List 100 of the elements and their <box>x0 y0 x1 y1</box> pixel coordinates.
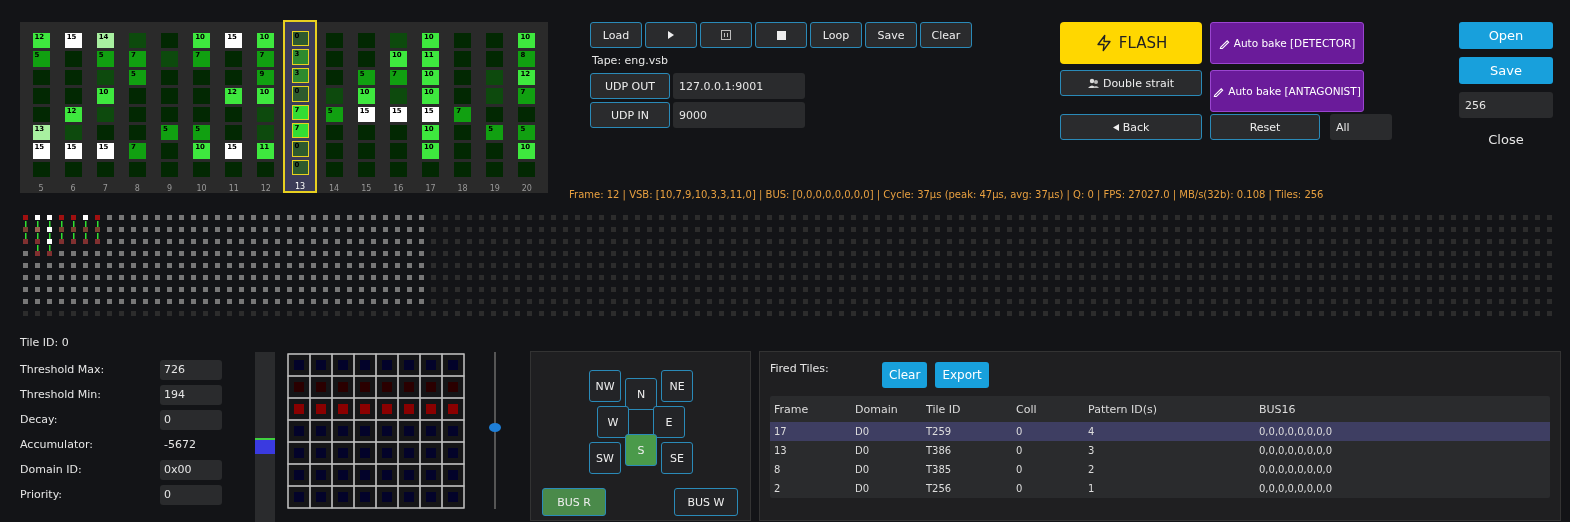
column-header: BUS16 <box>1259 402 1297 416</box>
table-cell-text: 2 <box>1088 464 1096 475</box>
table-cell-text: T385 <box>926 464 953 475</box>
field-label: Threshold Min: <box>20 388 102 401</box>
column-label: 17 <box>425 184 436 193</box>
table-cell-text: T256 <box>926 483 953 494</box>
double-strait-button[interactable]: Double strait <box>1060 70 1202 96</box>
value-field[interactable]: 0x00 <box>160 459 222 480</box>
pause-icon <box>721 30 731 40</box>
table-cell-text: 0,0,0,0,0,0,0,0 <box>1259 445 1334 456</box>
direction-button[interactable]: SW <box>589 442 621 474</box>
back-button[interactable]: Back <box>1060 114 1202 140</box>
table-cell-text: D0 <box>855 426 871 437</box>
direction-button[interactable]: W <box>597 406 629 438</box>
stop-button[interactable] <box>755 22 807 48</box>
close-button[interactable]: Close <box>1459 132 1553 147</box>
bus-button[interactable]: BUS R <box>542 488 606 516</box>
auto-bake-button[interactable]: Auto bake [ANTAGONIST] <box>1210 70 1364 112</box>
column-header: Tile ID <box>926 402 962 416</box>
slider-thumb[interactable] <box>489 423 501 433</box>
table-cell-text: 3 <box>1088 445 1096 456</box>
stop-icon <box>776 30 786 40</box>
transport-button[interactable]: Clear <box>920 22 972 48</box>
transport-button[interactable]: Save <box>865 22 917 48</box>
table-cell-text: T386 <box>926 445 953 456</box>
bus-button[interactable]: BUS W <box>674 488 738 516</box>
table-cell-text: 0 <box>1016 426 1024 437</box>
direction-button[interactable]: SE <box>661 442 693 474</box>
column-header: Coll <box>1016 402 1038 416</box>
table-cell-text: 13 <box>774 445 788 456</box>
tile-id-label: Tile ID: 0 <box>20 336 70 349</box>
table-cell-text: 1 <box>1088 483 1096 494</box>
field-label: Priority: <box>20 488 64 501</box>
table-cell-text: 0,0,0,0,0,0,0,0 <box>1259 464 1334 475</box>
direction-button[interactable]: NE <box>661 370 693 402</box>
column-label: 20 <box>521 184 532 193</box>
status-line: Frame: 12 | VSB: [10,7,9,10,3,3,11,0] | BUS: [0,0,0,0,0,0,0,0] | Cycle: 37µs (peak: 47µs, avg: 37µs) | Q: 0 | FPS: 27027.0 | MB/s(32b): 0.108 | Tiles: 256 <box>568 189 1325 203</box>
udp-field[interactable]: 127.0.0.1:9001 <box>673 73 805 99</box>
table-cell-text: 8 <box>774 464 782 475</box>
panel-title: Fired Tiles: <box>770 362 830 375</box>
field-label: Domain ID: <box>20 463 83 476</box>
table-cell-text: 0,0,0,0,0,0,0,0 <box>1259 426 1334 437</box>
value-readout: -5672 <box>163 437 197 453</box>
table-cell-text: 0 <box>1016 445 1024 456</box>
direction-button[interactable]: E <box>653 406 685 438</box>
column-label: 7 <box>102 184 108 193</box>
column-header: Frame <box>774 402 810 416</box>
column-label: 18 <box>457 184 468 193</box>
play-icon <box>667 31 675 39</box>
table-cell-text: 0,0,0,0,0,0,0,0 <box>1259 483 1334 494</box>
column-header: Pattern ID(s) <box>1088 402 1159 416</box>
play-button[interactable] <box>645 22 697 48</box>
udp-field[interactable]: 9000 <box>673 102 805 128</box>
direction-button[interactable]: N <box>625 378 657 410</box>
column-label: 16 <box>393 184 404 193</box>
pause-button[interactable] <box>700 22 752 48</box>
table-cell-text: 4 <box>1088 426 1096 437</box>
table-cell-text: 17 <box>774 426 788 437</box>
direction-button[interactable]: NW <box>589 370 621 402</box>
column-label: 8 <box>134 184 140 193</box>
transport-button[interactable]: Load <box>590 22 642 48</box>
reset-button[interactable]: Reset <box>1210 114 1320 140</box>
table-row[interactable]: 8 D0 T385 0 2 0,0,0,0,0,0,0,0 <box>770 460 1550 479</box>
people-icon <box>1087 78 1099 88</box>
column-label: 14 <box>329 184 340 193</box>
table-cell-text: D0 <box>855 464 871 475</box>
field-label: Threshold Max: <box>20 363 106 376</box>
flash-button[interactable]: FLASH <box>1060 22 1202 64</box>
column-label: 12 <box>260 184 271 193</box>
value-field[interactable]: 0 <box>160 409 222 430</box>
transport-button[interactable]: Loop <box>810 22 862 48</box>
udp-button[interactable]: UDP IN <box>590 102 670 128</box>
column-label: 11 <box>228 184 239 193</box>
field-label: Accumulator: <box>20 438 94 451</box>
table-cell-text: 0 <box>1016 483 1024 494</box>
table-row[interactable]: 17 D0 T259 0 4 0,0,0,0,0,0,0,0 <box>770 422 1550 441</box>
table-cell-text: D0 <box>855 483 871 494</box>
column-label: 5 <box>38 184 44 193</box>
value-field[interactable]: 194 <box>160 384 222 405</box>
pencil-icon <box>1218 37 1230 49</box>
table-row[interactable]: 2 D0 T256 0 1 0,0,0,0,0,0,0,0 <box>770 479 1550 498</box>
value-field[interactable]: 726 <box>160 359 222 380</box>
pencil-icon <box>1213 85 1225 97</box>
count-field[interactable]: 256 <box>1459 92 1553 118</box>
table-cell-text: D0 <box>855 445 871 456</box>
table-cell-text: 0 <box>1016 464 1024 475</box>
column-label: 15 <box>361 184 372 193</box>
auto-bake-button[interactable]: Auto bake [DETECTOR] <box>1210 22 1364 64</box>
column-header: Domain <box>855 402 899 416</box>
field-label: Decay: <box>20 413 59 426</box>
udp-button[interactable]: UDP OUT <box>590 73 670 99</box>
value-field[interactable]: 0 <box>160 484 222 505</box>
column-label: 10 <box>196 184 207 193</box>
table-cell-text: 2 <box>774 483 782 494</box>
table-cell-text: T259 <box>926 426 953 437</box>
filter-field[interactable]: All <box>1330 114 1392 140</box>
column-label: 13 <box>294 182 306 191</box>
column-label: 6 <box>70 184 76 193</box>
column-label: 19 <box>489 184 500 193</box>
table-row[interactable]: 13 D0 T386 0 3 0,0,0,0,0,0,0,0 <box>770 441 1550 460</box>
